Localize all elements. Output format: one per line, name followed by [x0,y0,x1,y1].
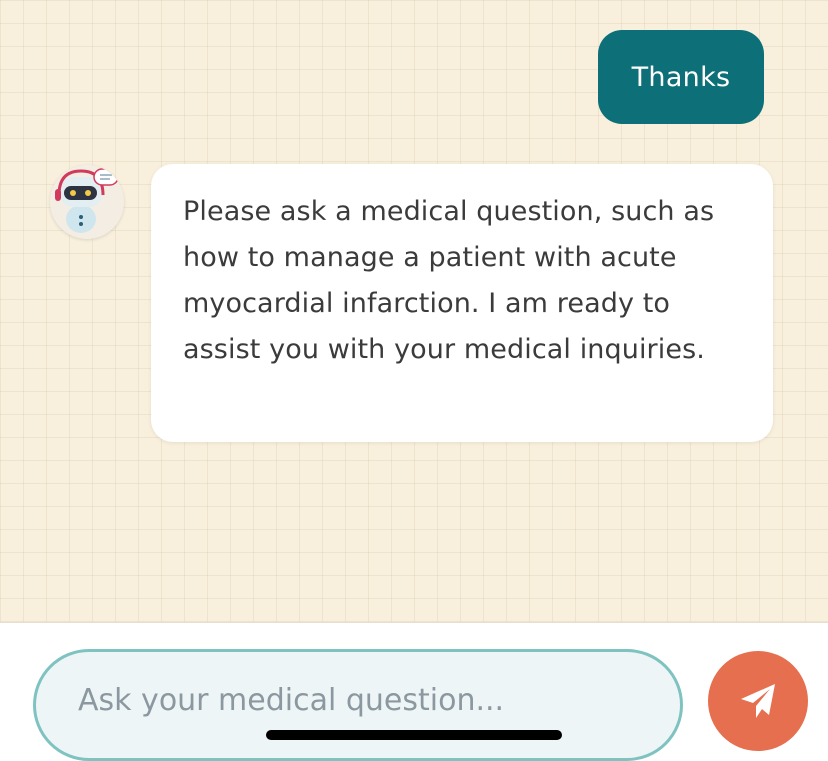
bot-message-text: Please ask a medical question, such as h… [183,196,715,365]
bot-message-bubble: Please ask a medical question, such as h… [151,164,773,442]
home-indicator [266,730,562,740]
send-button[interactable] [708,651,808,751]
robot-avatar-icon [50,165,124,239]
question-input[interactable] [76,674,640,726]
question-input-container[interactable] [33,649,683,761]
paper-plane-icon [741,684,775,718]
chat-area: Thanks Please ask a medical question, su… [0,0,828,622]
bot-avatar [50,165,124,239]
user-message-text: Thanks [631,61,731,93]
user-message-bubble: Thanks [598,30,764,124]
